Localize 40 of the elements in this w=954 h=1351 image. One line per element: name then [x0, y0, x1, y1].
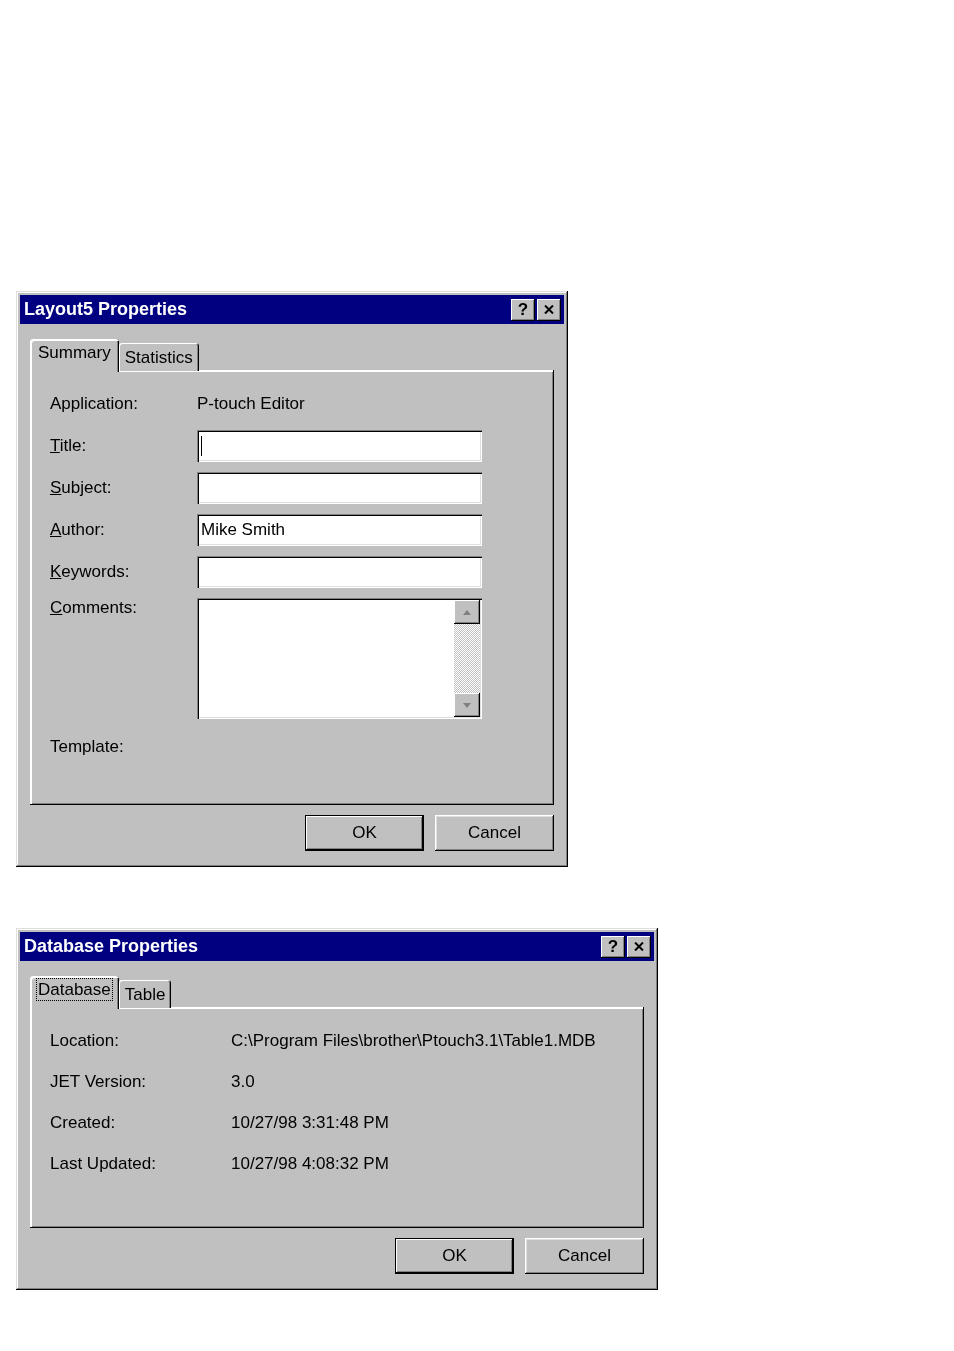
cancel-button[interactable]: Cancel [525, 1238, 644, 1274]
up-arrow-icon [463, 609, 471, 615]
text-field[interactable]: Mike Smith [197, 514, 482, 546]
close-icon [544, 305, 554, 314]
close-button[interactable] [537, 298, 561, 321]
ok-button[interactable]: OK [305, 815, 424, 851]
help-button[interactable]: ? [601, 935, 625, 958]
window-title: Layout5 Properties [24, 299, 188, 320]
cancel-button[interactable]: Cancel [435, 815, 554, 851]
field-value: P-touch Editor [197, 394, 305, 414]
field-label: Location: [50, 1031, 120, 1051]
field-label: JET Version: [50, 1072, 148, 1092]
close-button[interactable] [627, 935, 651, 958]
field-value: 10/27/98 4:08:32 PM [231, 1154, 389, 1174]
field-value: C:\Program Files\brother\Ptouch3.1\Table1.MDB [231, 1031, 596, 1051]
field-label: Keywords: [50, 562, 131, 582]
tab[interactable]: Summary [30, 339, 119, 372]
field-label: Created: [50, 1113, 117, 1133]
close-icon [634, 942, 644, 951]
down-arrow-icon [463, 702, 471, 708]
field-label: Author: [50, 520, 106, 540]
field-label: Comments: [50, 598, 138, 618]
comments-field[interactable] [197, 598, 482, 719]
tab[interactable]: Table [118, 980, 172, 1008]
ok-button[interactable]: OK [395, 1238, 514, 1274]
text-field[interactable] [197, 556, 482, 588]
field-label: Template: [50, 737, 125, 757]
window-title: Database Properties [24, 936, 199, 957]
text-field[interactable] [197, 430, 482, 462]
field-value: 3.0 [231, 1072, 255, 1092]
field-label: Subject: [50, 478, 113, 498]
tab[interactable]: Database [30, 976, 119, 1009]
scrollbar[interactable] [454, 600, 480, 717]
field-label: Title: [50, 436, 88, 456]
text-field[interactable] [197, 472, 482, 504]
field-label: Last Updated: [50, 1154, 157, 1174]
field-value: 10/27/98 3:31:48 PM [231, 1113, 389, 1133]
tab[interactable]: Statistics [118, 343, 199, 371]
field-label: Application: [50, 394, 139, 414]
help-button[interactable]: ? [511, 298, 535, 321]
